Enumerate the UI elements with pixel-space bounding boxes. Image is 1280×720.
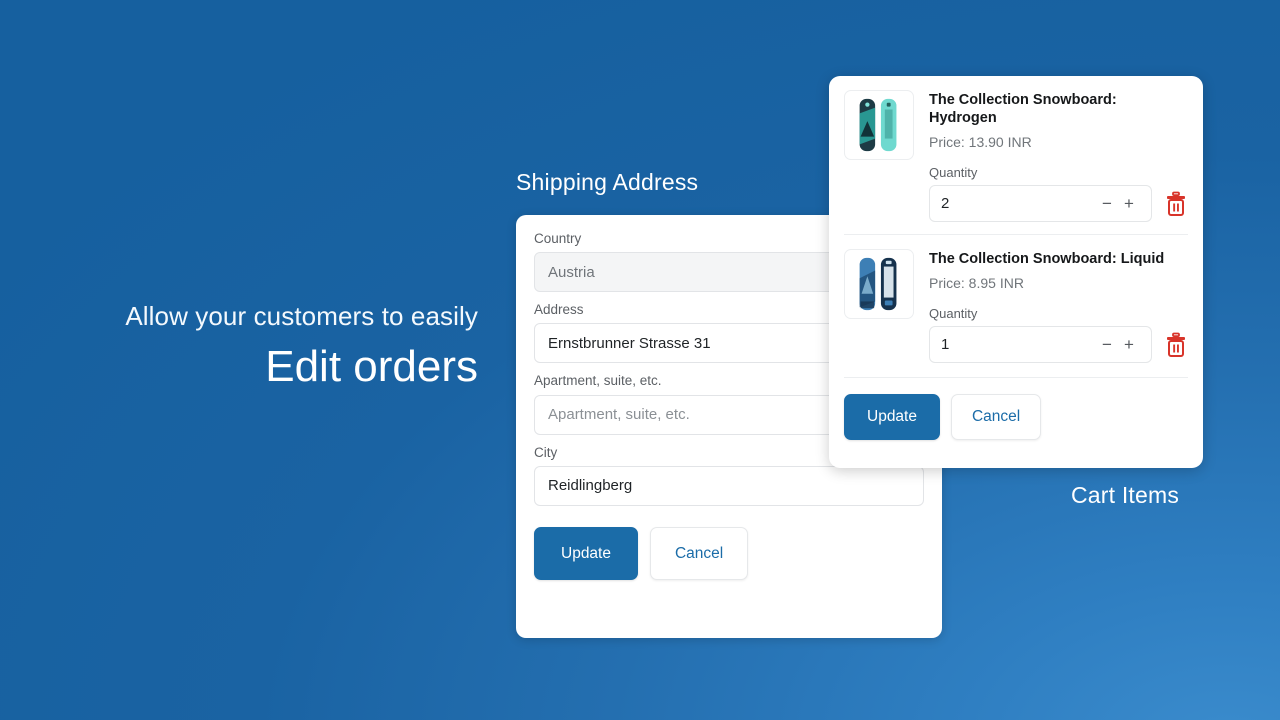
marketing-line-2: Edit orders <box>265 341 478 391</box>
cart-item-title: The Collection Snowboard: Hydrogen <box>929 92 1117 127</box>
cart-items-caption: Cart Items <box>1071 482 1180 508</box>
quantity-value: 2 <box>941 195 950 213</box>
snowboard-liquid-icon <box>848 253 910 316</box>
cart-item-price: Price: 13.90 INR <box>929 134 1032 151</box>
cart-item-quantity-row: 1 − + <box>929 326 1188 364</box>
cart-item-body: The Collection Snowboard: Liquid Price: … <box>929 249 1188 364</box>
cart-item-title: The Collection Snowboard: Liquid <box>929 251 1165 268</box>
shipping-address-caption: Shipping Address <box>516 169 699 195</box>
quantity-stepper[interactable]: 1 − + <box>929 326 1152 364</box>
cart-item-price: Price: 8.95 INR <box>929 275 1024 292</box>
quantity-increment-button[interactable]: + <box>1118 195 1140 212</box>
marketing-line-1: Allow your customers to easily <box>125 301 478 331</box>
remove-item-button[interactable] <box>1164 191 1188 217</box>
cart-update-button[interactable]: Update <box>844 394 940 440</box>
shipping-form-actions: Update Cancel <box>534 526 924 581</box>
cart-item-quantity-label: Quantity <box>929 306 978 322</box>
shipping-update-button[interactable]: Update <box>534 526 638 581</box>
quantity-value: 1 <box>941 336 950 354</box>
quantity-decrement-button[interactable]: − <box>1096 195 1118 212</box>
city-input[interactable] <box>534 465 924 506</box>
quantity-decrement-button[interactable]: − <box>1096 336 1118 353</box>
cart-item-quantity-label: Quantity <box>929 165 978 181</box>
remove-item-button[interactable] <box>1164 332 1188 358</box>
cart-items-card: The Collection Snowboard: Hydrogen Price… <box>829 76 1203 468</box>
cart-actions: Update Cancel <box>844 377 1188 440</box>
trash-icon <box>1167 191 1185 216</box>
product-thumbnail-liquid <box>844 249 914 320</box>
marketing-copy: Allow your customers to easily Edit orde… <box>0 300 498 394</box>
cart-item: The Collection Snowboard: Liquid Price: … <box>844 234 1188 375</box>
cart-item: The Collection Snowboard: Hydrogen Price… <box>844 90 1188 234</box>
cart-item-quantity-row: 2 − + <box>929 185 1188 223</box>
quantity-increment-button[interactable]: + <box>1118 336 1140 353</box>
shipping-cancel-button[interactable]: Cancel <box>649 526 749 581</box>
trash-icon <box>1167 332 1185 357</box>
promo-banner: Allow your customers to easily Edit orde… <box>0 0 1280 720</box>
cart-cancel-button[interactable]: Cancel <box>950 394 1042 440</box>
snowboard-hydrogen-icon <box>848 94 910 156</box>
quantity-stepper[interactable]: 2 − + <box>929 185 1152 223</box>
product-thumbnail-hydrogen <box>844 90 914 160</box>
cart-item-body: The Collection Snowboard: Hydrogen Price… <box>929 90 1188 223</box>
